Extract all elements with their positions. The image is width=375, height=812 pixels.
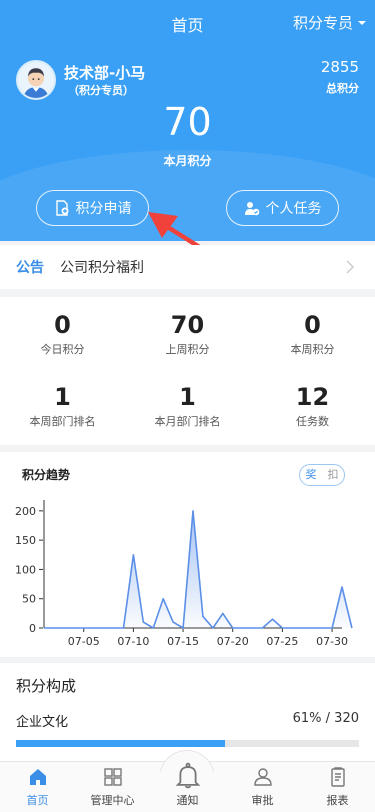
user-icon — [253, 768, 272, 786]
tab-management[interactable]: 管理中心 — [75, 766, 150, 808]
tab-bar: 首页 管理中心 通知 审批 报表 — [0, 750, 375, 812]
stats-panel: 0 今日积分 70 上周积分 0 本周积分 1 本周部门排名 1 本月部门排名 … — [0, 297, 375, 445]
stat-value: 0 — [304, 311, 321, 339]
total-points-value: 2855 — [320, 58, 359, 76]
stat-label: 本月部门排名 — [154, 415, 221, 428]
y-tick-label: 50 — [22, 593, 36, 606]
x-tick-label: 07-10 — [117, 635, 149, 648]
stat-value: 70 — [170, 311, 205, 339]
report-icon — [330, 767, 345, 787]
composition-title: 积分构成 — [16, 677, 77, 695]
personal-task-label: 个人任务 — [265, 201, 322, 217]
notice-text: 公司积分福利 — [60, 260, 144, 276]
tab-label: 管理中心 — [90, 794, 135, 807]
user-role: （积分专员） — [68, 84, 134, 97]
bell-icon — [175, 762, 200, 789]
user-name: 技术部-小马 — [64, 64, 146, 82]
tab-label: 报表 — [326, 794, 349, 807]
composition-item-label: 企业文化 — [16, 715, 69, 730]
x-tick-label: 07-30 — [316, 635, 348, 648]
y-tick-label: 200 — [15, 505, 36, 518]
points-apply-button[interactable]: 积分申请 — [36, 190, 149, 226]
x-tick-label: 07-05 — [68, 635, 100, 648]
composition-panel: 积分构成 企业文化 61% / 320 — [0, 663, 375, 761]
stat-label: 今日积分 — [40, 343, 85, 356]
stat-label: 任务数 — [296, 415, 329, 428]
y-tick-label: 100 — [15, 563, 36, 576]
tab-notify[interactable]: 通知 — [150, 762, 225, 808]
reward-deduct-toggle[interactable]: 奖 扣 — [299, 464, 345, 486]
stat-month-dept-rank[interactable]: 1 本月部门排名 — [125, 383, 250, 429]
document-add-icon — [55, 200, 68, 216]
stat-value: 1 — [54, 383, 71, 411]
tab-report[interactable]: 报表 — [300, 766, 375, 808]
trend-title: 积分趋势 — [22, 468, 71, 482]
tab-approval[interactable]: 审批 — [225, 766, 300, 808]
home-icon — [29, 769, 46, 785]
avatar-person-icon — [18, 62, 54, 98]
role-select-label: 积分专员 — [292, 14, 353, 32]
chevron-right-icon — [346, 260, 355, 274]
x-tick-label: 07-20 — [217, 635, 249, 648]
avatar[interactable] — [16, 60, 56, 100]
month-points-value: 70 — [163, 100, 212, 144]
composition-progress-track — [16, 740, 359, 747]
stat-label: 本周部门排名 — [29, 415, 96, 428]
toggle-deduct[interactable]: 扣 — [322, 465, 344, 485]
tab-home[interactable]: 首页 — [0, 766, 75, 808]
header-panel: 首页 积分专员 技术部-小马 （积分专员） 2855 总积分 70 本月积分 积… — [0, 0, 375, 241]
grid-icon — [103, 768, 122, 786]
x-tick-label: 07-25 — [266, 635, 298, 648]
stat-value: 1 — [179, 383, 196, 411]
personal-task-button[interactable]: 个人任务 — [226, 190, 339, 226]
stat-week-dept-rank[interactable]: 1 本周部门排名 — [0, 383, 125, 429]
notice-bar[interactable]: 公告 公司积分福利 — [0, 245, 375, 289]
stat-task-count[interactable]: 12 任务数 — [250, 383, 375, 429]
y-tick-label: 0 — [29, 622, 36, 635]
trend-chart: 0 50 100 150 200 07-05 07-10 07-15 07-20 07-25 07-… — [15, 500, 353, 648]
trend-panel: 积分趋势 奖 扣 0 50 100 150 200 07-05 07-10 07-15 07-2… — [0, 452, 375, 657]
chevron-down-icon — [358, 20, 366, 25]
stat-label: 本周积分 — [290, 343, 335, 356]
x-tick-label: 07-15 — [167, 635, 199, 648]
stat-value: 12 — [295, 383, 330, 411]
y-tick-label: 150 — [15, 534, 36, 547]
stat-label: 上周积分 — [165, 343, 210, 356]
role-select[interactable]: 积分专员 — [293, 12, 367, 33]
total-points-label: 总积分 — [326, 82, 359, 95]
tab-label: 通知 — [176, 794, 199, 807]
month-points-label: 本月积分 — [163, 154, 212, 168]
stat-this-week[interactable]: 0 本周积分 — [250, 311, 375, 357]
toggle-reward[interactable]: 奖 — [300, 465, 322, 485]
points-apply-label: 积分申请 — [75, 201, 132, 217]
stat-last-week[interactable]: 70 上周积分 — [125, 311, 250, 357]
user-check-icon — [244, 202, 259, 216]
composition-item-value: 61% / 320 — [292, 711, 359, 726]
composition-progress-fill — [16, 740, 226, 747]
tab-label: 审批 — [251, 794, 274, 807]
tab-label: 首页 — [26, 794, 49, 807]
stat-value: 0 — [54, 311, 71, 339]
stat-today[interactable]: 0 今日积分 — [0, 311, 125, 357]
notice-tag: 公告 — [16, 260, 44, 276]
